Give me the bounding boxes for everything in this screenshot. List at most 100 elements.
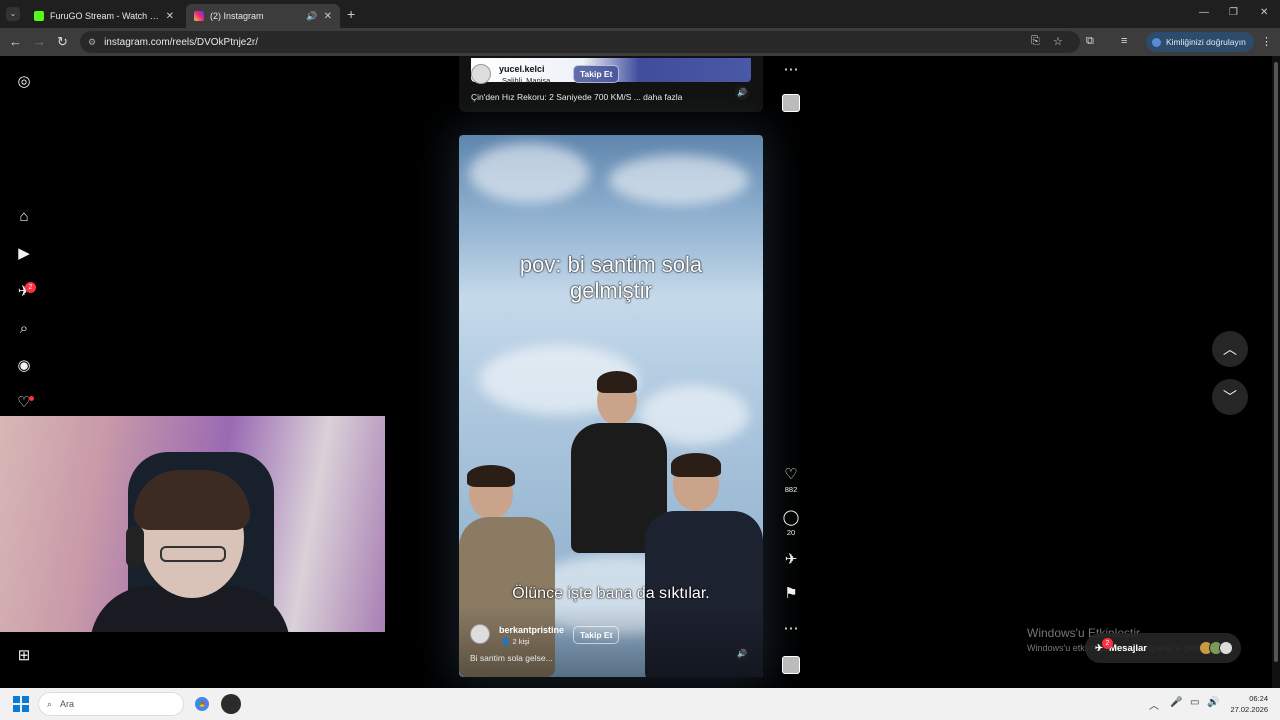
- messages-badge: 2: [1102, 638, 1113, 649]
- overlay-text-line-2: gelmiştir: [570, 278, 652, 303]
- tab-title: FuruGO Stream - Watch Live on: [50, 11, 160, 21]
- reels-icon[interactable]: ▶: [15, 245, 33, 263]
- like-count: 882: [784, 485, 798, 494]
- comment-bubble-icon: ◯: [782, 509, 800, 526]
- caption[interactable]: Çin'den Hız Rekoru: 2 Saniyede 700 KM/S …: [471, 92, 682, 102]
- windows-start-icon[interactable]: [13, 696, 29, 712]
- instagram-favicon-icon: [194, 11, 204, 21]
- extensions-icon[interactable]: ⧉: [1086, 35, 1094, 48]
- heart-icon: ♡: [784, 466, 798, 483]
- speaker-icon[interactable]: 🔊: [306, 11, 317, 22]
- clock-date: 27.02.2026: [1230, 705, 1268, 714]
- back-arrow-icon[interactable]: ←: [9, 34, 22, 49]
- bookmark-star-icon[interactable]: ☆: [1053, 35, 1063, 48]
- page-scrollbar[interactable]: [1272, 56, 1280, 688]
- browser-menu-icon[interactable]: ⋮: [1261, 35, 1272, 48]
- collab-count[interactable]: 👤 2 kişi: [501, 637, 530, 646]
- microphone-icon[interactable]: 🎤: [1170, 697, 1182, 708]
- previous-reel-button[interactable]: ︿: [1212, 331, 1248, 367]
- location: Salihli, Manisa: [502, 76, 551, 85]
- comment-count: 20: [786, 528, 796, 537]
- search-placeholder: Ara: [60, 699, 75, 709]
- volume-icon[interactable]: 🔊: [1207, 697, 1219, 708]
- close-tab-icon[interactable]: ✕: [324, 11, 332, 22]
- windows-taskbar: ⌕ Ara ︿ 🎤 ▭ 🔊 06:24 27.02.2026: [0, 688, 1280, 720]
- subtitle-text: Ölünce işte bana da sıktılar.: [512, 585, 710, 602]
- activity-dot: [29, 396, 34, 401]
- follow-button[interactable]: Takip Et: [573, 65, 620, 83]
- tab-furugo[interactable]: FuruGO Stream - Watch Live on ✕: [26, 4, 182, 28]
- search-icon: ⌕: [47, 698, 53, 709]
- close-tab-icon[interactable]: ✕: [166, 11, 174, 22]
- send-icon: ✈: [784, 551, 798, 568]
- install-app-icon[interactable]: ⎘: [1031, 35, 1040, 48]
- cloud: [469, 143, 589, 203]
- save-button[interactable]: ⚑: [782, 585, 800, 603]
- url-text: instagram.com/reels/DVOkPtnje2r/: [104, 36, 259, 48]
- maximize-icon[interactable]: ❐: [1229, 7, 1238, 18]
- tray-expand-icon[interactable]: ︿: [1149, 697, 1159, 712]
- streamer-hair: [134, 470, 250, 530]
- instagram-logo-icon[interactable]: ◎: [15, 73, 33, 91]
- address-bar[interactable]: ⚙ instagram.com/reels/DVOkPtnje2r/: [80, 31, 1080, 53]
- bookmark-icon: ⚑: [784, 585, 798, 602]
- explore-compass-icon[interactable]: ◉: [15, 357, 33, 375]
- media-control-icon[interactable]: ≡: [1121, 35, 1127, 47]
- kick-favicon-icon: [34, 11, 44, 21]
- profile-icon: [1152, 37, 1161, 47]
- verify-identity-button[interactable]: Kimliğinizi doğrulayın: [1146, 32, 1254, 52]
- obs-icon[interactable]: [221, 694, 241, 714]
- previous-reel[interactable]: yucel.kelci Salihli, Manisa Takip Et Çin…: [459, 56, 763, 112]
- collab-people-icon: 👤: [501, 637, 513, 646]
- glasses: [160, 546, 226, 562]
- avatar[interactable]: [471, 64, 491, 84]
- like-button[interactable]: ♡ 882: [782, 466, 800, 494]
- site-info-icon[interactable]: ⚙: [88, 37, 96, 48]
- share-button[interactable]: ✈: [782, 551, 800, 569]
- browser-toolbar: ← → ↻ ⚙ instagram.com/reels/DVOkPtnje2r/…: [0, 28, 1280, 56]
- cloud: [609, 155, 749, 205]
- notification-badge: 2: [25, 282, 36, 293]
- more-apps-icon[interactable]: ⊞: [15, 647, 33, 665]
- messages-label: Mesajlar: [1108, 642, 1147, 654]
- chevron-up-icon: ︿: [1223, 341, 1237, 357]
- taskbar-search[interactable]: ⌕ Ara: [38, 692, 184, 716]
- tab-instagram[interactable]: (2) Instagram 🔊 ✕: [186, 4, 340, 28]
- comment-button[interactable]: ◯ 20: [782, 509, 800, 537]
- verify-label: Kimliğinizi doğrulayın: [1166, 37, 1246, 47]
- avatar[interactable]: [470, 624, 490, 644]
- volume-icon[interactable]: 🔊: [735, 647, 749, 661]
- home-icon[interactable]: ⌂: [15, 208, 33, 226]
- current-reel[interactable]: pov: bi santim sola gelmiştir Ölünce işt…: [459, 135, 763, 677]
- more-dots-icon: ⋯: [783, 620, 799, 637]
- system-clock[interactable]: 06:24 27.02.2026: [1222, 693, 1268, 715]
- headset: [126, 526, 144, 568]
- volume-icon[interactable]: 🔊: [735, 86, 749, 100]
- chrome-icon[interactable]: [192, 694, 212, 714]
- message-avatars: [1199, 641, 1233, 655]
- caption[interactable]: Bi santim sola gelse...: [470, 653, 553, 663]
- tab-search-button[interactable]: ⌄: [6, 7, 20, 21]
- more-dots-icon: ⋯: [783, 61, 799, 78]
- minimize-icon[interactable]: —: [1199, 7, 1209, 18]
- tab-strip: ⌄ FuruGO Stream - Watch Live on ✕ (2) In…: [0, 0, 1280, 28]
- close-window-icon[interactable]: ✕: [1260, 7, 1268, 18]
- search-icon[interactable]: ⌕: [15, 320, 33, 338]
- instagram-page: ◎ ⌂ ▶ ✈ 2 ⌕ ◉ ♡ ⊞ yucel.kelci Salihli, M…: [0, 56, 1280, 688]
- username[interactable]: yucel.kelci: [499, 64, 545, 74]
- forward-arrow-icon[interactable]: →: [33, 34, 46, 49]
- prev-more-button[interactable]: ⋯: [782, 61, 800, 79]
- reload-icon[interactable]: ↻: [57, 34, 68, 50]
- audio-avatar[interactable]: [782, 656, 800, 674]
- network-icon[interactable]: ▭: [1190, 697, 1199, 708]
- chevron-down-icon: ﹀: [1223, 389, 1237, 405]
- follow-button[interactable]: Takip Et: [573, 626, 620, 644]
- more-button[interactable]: ⋯: [782, 620, 800, 638]
- collab-label: 2 kişi: [512, 637, 530, 646]
- prev-audio-avatar[interactable]: [782, 94, 800, 112]
- webcam-overlay: [0, 416, 385, 632]
- next-reel-button[interactable]: ﹀: [1212, 379, 1248, 415]
- scrollbar-thumb[interactable]: [1274, 62, 1278, 662]
- username[interactable]: berkantpristine: [499, 625, 564, 635]
- new-tab-button[interactable]: +: [347, 6, 355, 22]
